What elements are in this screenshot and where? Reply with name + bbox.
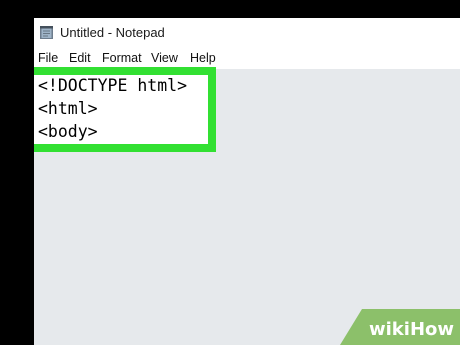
- menu-bar: File Edit Format View Help: [34, 49, 460, 69]
- watermark-logo: wikiHow: [369, 319, 454, 340]
- menu-file[interactable]: File: [38, 51, 58, 65]
- menu-help[interactable]: Help: [190, 51, 216, 65]
- code-line-body[interactable]: <body>: [38, 122, 98, 142]
- menu-edit[interactable]: Edit: [69, 51, 91, 65]
- code-line-html[interactable]: <html>: [38, 99, 98, 119]
- window-title: Untitled - Notepad: [60, 25, 165, 40]
- highlighted-code-box: <!DOCTYPE html> <html> <body>: [34, 67, 216, 152]
- code-line-doctype[interactable]: <!DOCTYPE html>: [38, 76, 187, 96]
- menu-format[interactable]: Format: [102, 51, 142, 65]
- notepad-icon: [40, 26, 53, 39]
- notepad-window: Untitled - Notepad File Edit Format View…: [34, 18, 460, 345]
- menu-view[interactable]: View: [151, 51, 178, 65]
- title-bar[interactable]: Untitled - Notepad: [34, 18, 460, 48]
